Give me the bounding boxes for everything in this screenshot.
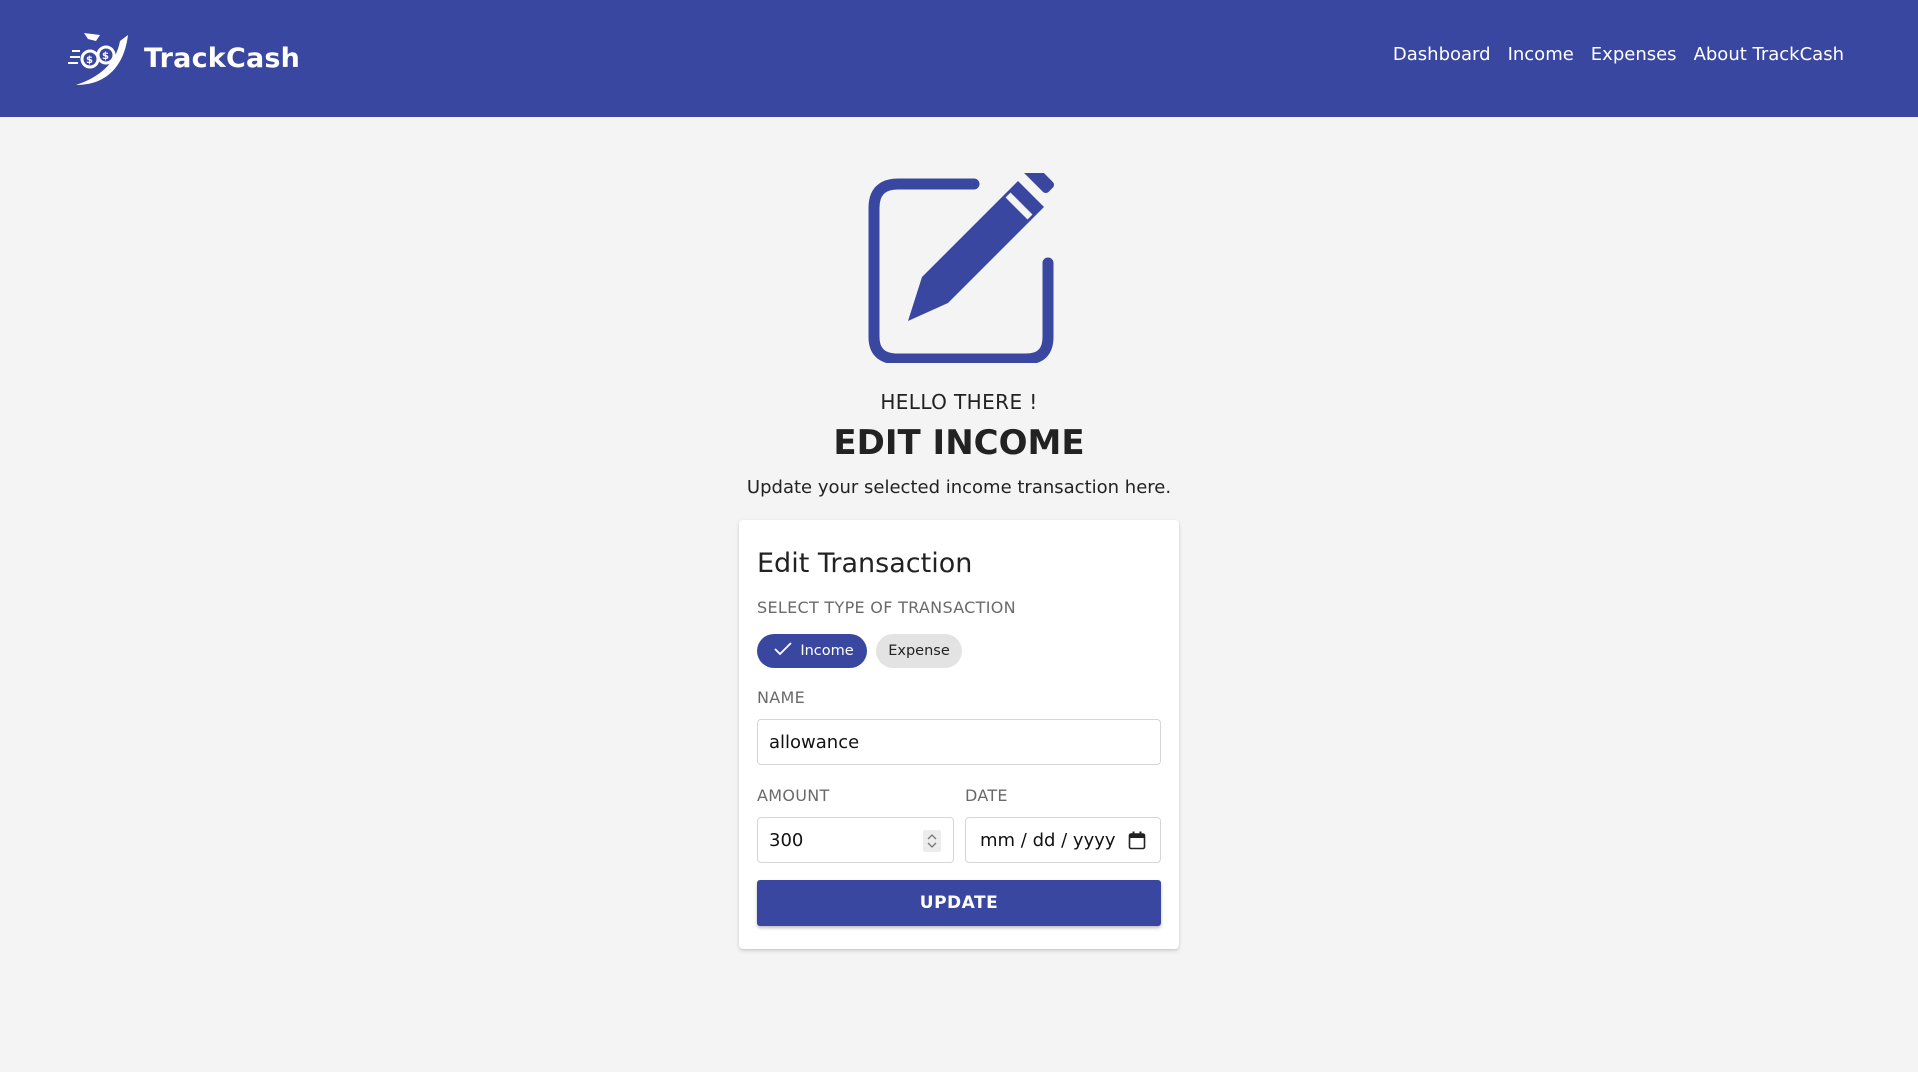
income-chip-label: Income	[800, 643, 854, 659]
amount-input[interactable]: 300	[757, 817, 954, 863]
money-fly-icon: $ $	[66, 27, 134, 89]
expense-chip-label: Expense	[888, 643, 950, 659]
name-input[interactable]: allowance	[757, 719, 1161, 765]
top-navbar: $ $ TrackCash Dashboard Income Expenses …	[0, 0, 1918, 117]
name-label: NAME	[757, 688, 806, 707]
nav-link-expenses[interactable]: Expenses	[1591, 44, 1677, 65]
edit-transaction-card: Edit Transaction SELECT TYPE OF TRANSACT…	[739, 520, 1179, 949]
brand-logo-link[interactable]: $ $ TrackCash	[66, 26, 300, 90]
name-value: allowance	[769, 731, 860, 753]
date-input[interactable]: mm / dd / yyyy	[965, 817, 1161, 863]
nav-link-income[interactable]: Income	[1508, 44, 1574, 65]
check-icon	[774, 642, 792, 660]
svg-text:$: $	[102, 51, 109, 62]
amount-value: 300	[769, 829, 804, 851]
calendar-icon[interactable]	[1128, 831, 1146, 855]
nav-link-dashboard[interactable]: Dashboard	[1393, 44, 1491, 65]
amount-label: AMOUNT	[757, 786, 830, 805]
update-button[interactable]: UPDATE	[757, 880, 1161, 926]
nav-link-about[interactable]: About TrackCash	[1694, 44, 1844, 65]
page-title: EDIT INCOME	[833, 423, 1085, 463]
amount-stepper[interactable]	[923, 830, 941, 852]
expense-chip[interactable]: Expense	[876, 634, 962, 668]
income-chip[interactable]: Income	[757, 634, 867, 668]
brand-name: TrackCash	[144, 42, 301, 74]
card-title: Edit Transaction	[757, 548, 973, 579]
nav-links: Dashboard Income Expenses About TrackCas…	[1393, 44, 1844, 65]
page-subtitle: Update your selected income transaction …	[746, 477, 1172, 498]
svg-text:$: $	[86, 55, 93, 66]
transaction-type-label: SELECT TYPE OF TRANSACTION	[757, 598, 1016, 617]
date-placeholder: mm / dd / yyyy	[980, 829, 1116, 851]
edit-square-icon	[868, 160, 1058, 365]
date-label: DATE	[965, 786, 1008, 805]
greeting-text: HELLO THERE !	[880, 390, 1038, 414]
